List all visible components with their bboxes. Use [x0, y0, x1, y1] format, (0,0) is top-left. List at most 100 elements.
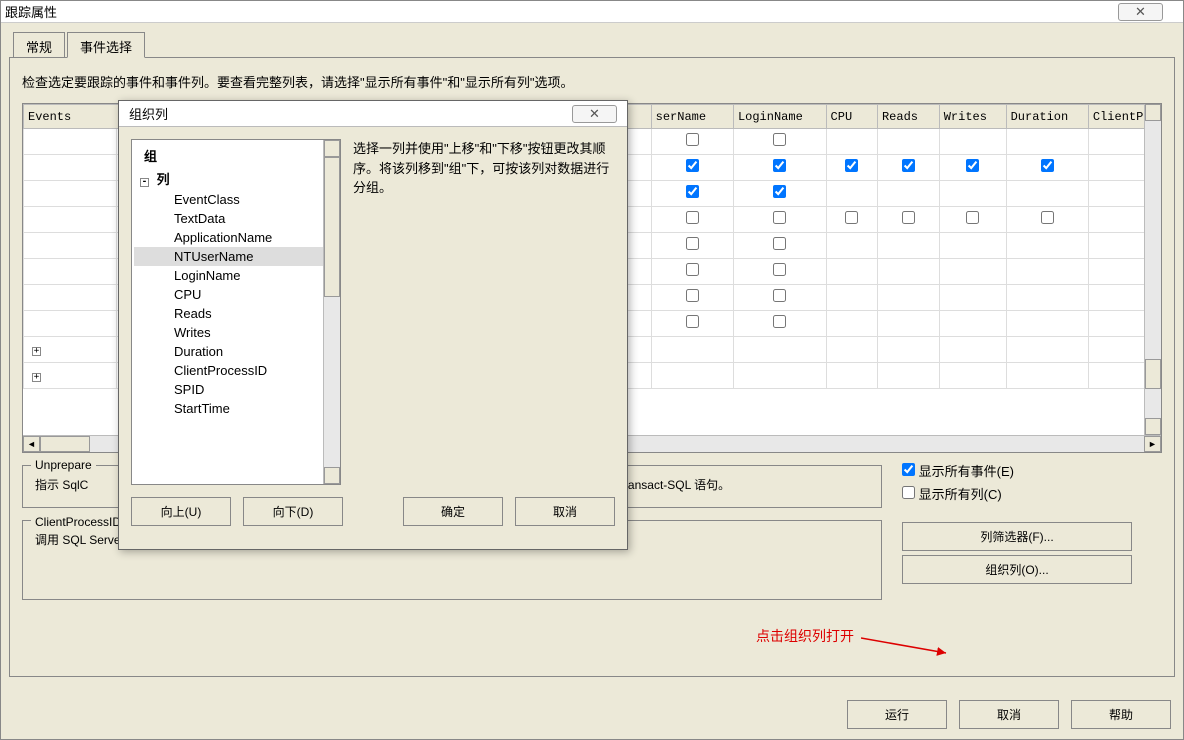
- column-checkbox[interactable]: [686, 237, 699, 250]
- show-all-cols-label[interactable]: 显示所有列(C): [902, 484, 1162, 503]
- grid-cell[interactable]: [877, 233, 939, 259]
- move-down-button[interactable]: 向下(D): [243, 497, 343, 526]
- col-username[interactable]: serName: [651, 105, 733, 129]
- grid-cell[interactable]: [1006, 363, 1088, 389]
- scroll-down-icon[interactable]: [324, 467, 340, 484]
- column-checkbox[interactable]: [686, 289, 699, 302]
- grid-cell[interactable]: [651, 233, 733, 259]
- scroll-down-icon[interactable]: [1145, 418, 1161, 435]
- tree-item[interactable]: CPU: [134, 285, 338, 304]
- hscroll-thumb[interactable]: [40, 436, 90, 452]
- column-checkbox[interactable]: [686, 211, 699, 224]
- col-cpu[interactable]: CPU: [826, 105, 877, 129]
- grid-cell[interactable]: [826, 155, 877, 181]
- dialog-close-button[interactable]: ✕: [572, 105, 617, 123]
- grid-cell[interactable]: [939, 233, 1006, 259]
- run-button[interactable]: 运行: [847, 700, 947, 729]
- grid-cell[interactable]: [651, 259, 733, 285]
- column-checkbox[interactable]: [966, 159, 979, 172]
- grid-cell[interactable]: [651, 129, 733, 155]
- grid-cell[interactable]: [1006, 233, 1088, 259]
- column-checkbox[interactable]: [773, 133, 786, 146]
- tab-general[interactable]: 常规: [13, 32, 65, 58]
- column-checkbox[interactable]: [686, 159, 699, 172]
- grid-cell[interactable]: [939, 207, 1006, 233]
- grid-cell[interactable]: [877, 181, 939, 207]
- grid-cell[interactable]: [733, 207, 826, 233]
- column-checkbox[interactable]: [966, 211, 979, 224]
- grid-cell[interactable]: [877, 259, 939, 285]
- show-all-events-label[interactable]: 显示所有事件(E): [902, 461, 1162, 480]
- grid-cell[interactable]: [733, 311, 826, 337]
- grid-cell[interactable]: [1006, 311, 1088, 337]
- grid-cell[interactable]: [826, 285, 877, 311]
- grid-cell[interactable]: [826, 233, 877, 259]
- column-checkbox[interactable]: [845, 211, 858, 224]
- column-checkbox[interactable]: [686, 133, 699, 146]
- tab-events[interactable]: 事件选择: [67, 32, 145, 58]
- grid-cell[interactable]: [1006, 207, 1088, 233]
- grid-cell[interactable]: [877, 311, 939, 337]
- column-checkbox[interactable]: [686, 263, 699, 276]
- grid-cell[interactable]: [939, 311, 1006, 337]
- grid-cell[interactable]: [733, 337, 826, 363]
- tree-scrollbar[interactable]: [323, 140, 340, 484]
- col-reads[interactable]: Reads: [877, 105, 939, 129]
- tree-item[interactable]: ApplicationName: [134, 228, 338, 247]
- column-checkbox[interactable]: [773, 211, 786, 224]
- show-all-cols-checkbox[interactable]: [902, 486, 915, 499]
- grid-cell[interactable]: [733, 259, 826, 285]
- columns-tree[interactable]: 组 - 列 EventClassTextDataApplicationNameN…: [131, 139, 341, 485]
- help-button[interactable]: 帮助: [1071, 700, 1171, 729]
- grid-cell[interactable]: [826, 259, 877, 285]
- grid-cell[interactable]: [651, 337, 733, 363]
- grid-cell[interactable]: [939, 363, 1006, 389]
- column-checkbox[interactable]: [773, 237, 786, 250]
- ok-button[interactable]: 确定: [403, 497, 503, 526]
- grid-cell[interactable]: [733, 233, 826, 259]
- grid-cell[interactable]: [1006, 181, 1088, 207]
- grid-vscroll[interactable]: [1144, 104, 1161, 435]
- dialog-cancel-button[interactable]: 取消: [515, 497, 615, 526]
- grid-cell[interactable]: [939, 181, 1006, 207]
- grid-cell[interactable]: [877, 363, 939, 389]
- tree-item[interactable]: SPID: [134, 380, 338, 399]
- window-close-button[interactable]: ✕: [1118, 3, 1163, 21]
- column-checkbox[interactable]: [686, 185, 699, 198]
- col-loginname[interactable]: LoginName: [733, 105, 826, 129]
- grid-cell[interactable]: [1006, 337, 1088, 363]
- grid-cell[interactable]: [733, 285, 826, 311]
- column-checkbox[interactable]: [845, 159, 858, 172]
- expand-icon[interactable]: +: [32, 373, 41, 382]
- column-checkbox[interactable]: [773, 159, 786, 172]
- grid-cell[interactable]: [733, 181, 826, 207]
- scroll-right-icon[interactable]: ►: [1144, 436, 1161, 452]
- show-all-events-checkbox[interactable]: [902, 463, 915, 476]
- grid-cell[interactable]: [826, 337, 877, 363]
- column-checkbox[interactable]: [1041, 211, 1054, 224]
- column-filter-button[interactable]: 列筛选器(F)...: [902, 522, 1132, 551]
- grid-cell[interactable]: [939, 155, 1006, 181]
- tree-item[interactable]: Writes: [134, 323, 338, 342]
- column-checkbox[interactable]: [773, 315, 786, 328]
- collapse-icon[interactable]: -: [140, 178, 149, 187]
- grid-cell[interactable]: [651, 181, 733, 207]
- col-writes[interactable]: Writes: [939, 105, 1006, 129]
- grid-cell[interactable]: [939, 285, 1006, 311]
- expand-icon[interactable]: +: [32, 347, 41, 356]
- grid-cell[interactable]: [877, 129, 939, 155]
- tree-item[interactable]: Reads: [134, 304, 338, 323]
- grid-cell[interactable]: [651, 363, 733, 389]
- grid-cell[interactable]: [826, 129, 877, 155]
- grid-cell[interactable]: [826, 181, 877, 207]
- col-duration[interactable]: Duration: [1006, 105, 1088, 129]
- grid-cell[interactable]: [651, 285, 733, 311]
- grid-cell[interactable]: [733, 155, 826, 181]
- column-checkbox[interactable]: [902, 211, 915, 224]
- organize-columns-button[interactable]: 组织列(O)...: [902, 555, 1132, 584]
- tree-item[interactable]: LoginName: [134, 266, 338, 285]
- tree-item[interactable]: NTUserName: [134, 247, 338, 266]
- grid-cell[interactable]: [877, 337, 939, 363]
- grid-cell[interactable]: [826, 363, 877, 389]
- grid-cell[interactable]: [1006, 129, 1088, 155]
